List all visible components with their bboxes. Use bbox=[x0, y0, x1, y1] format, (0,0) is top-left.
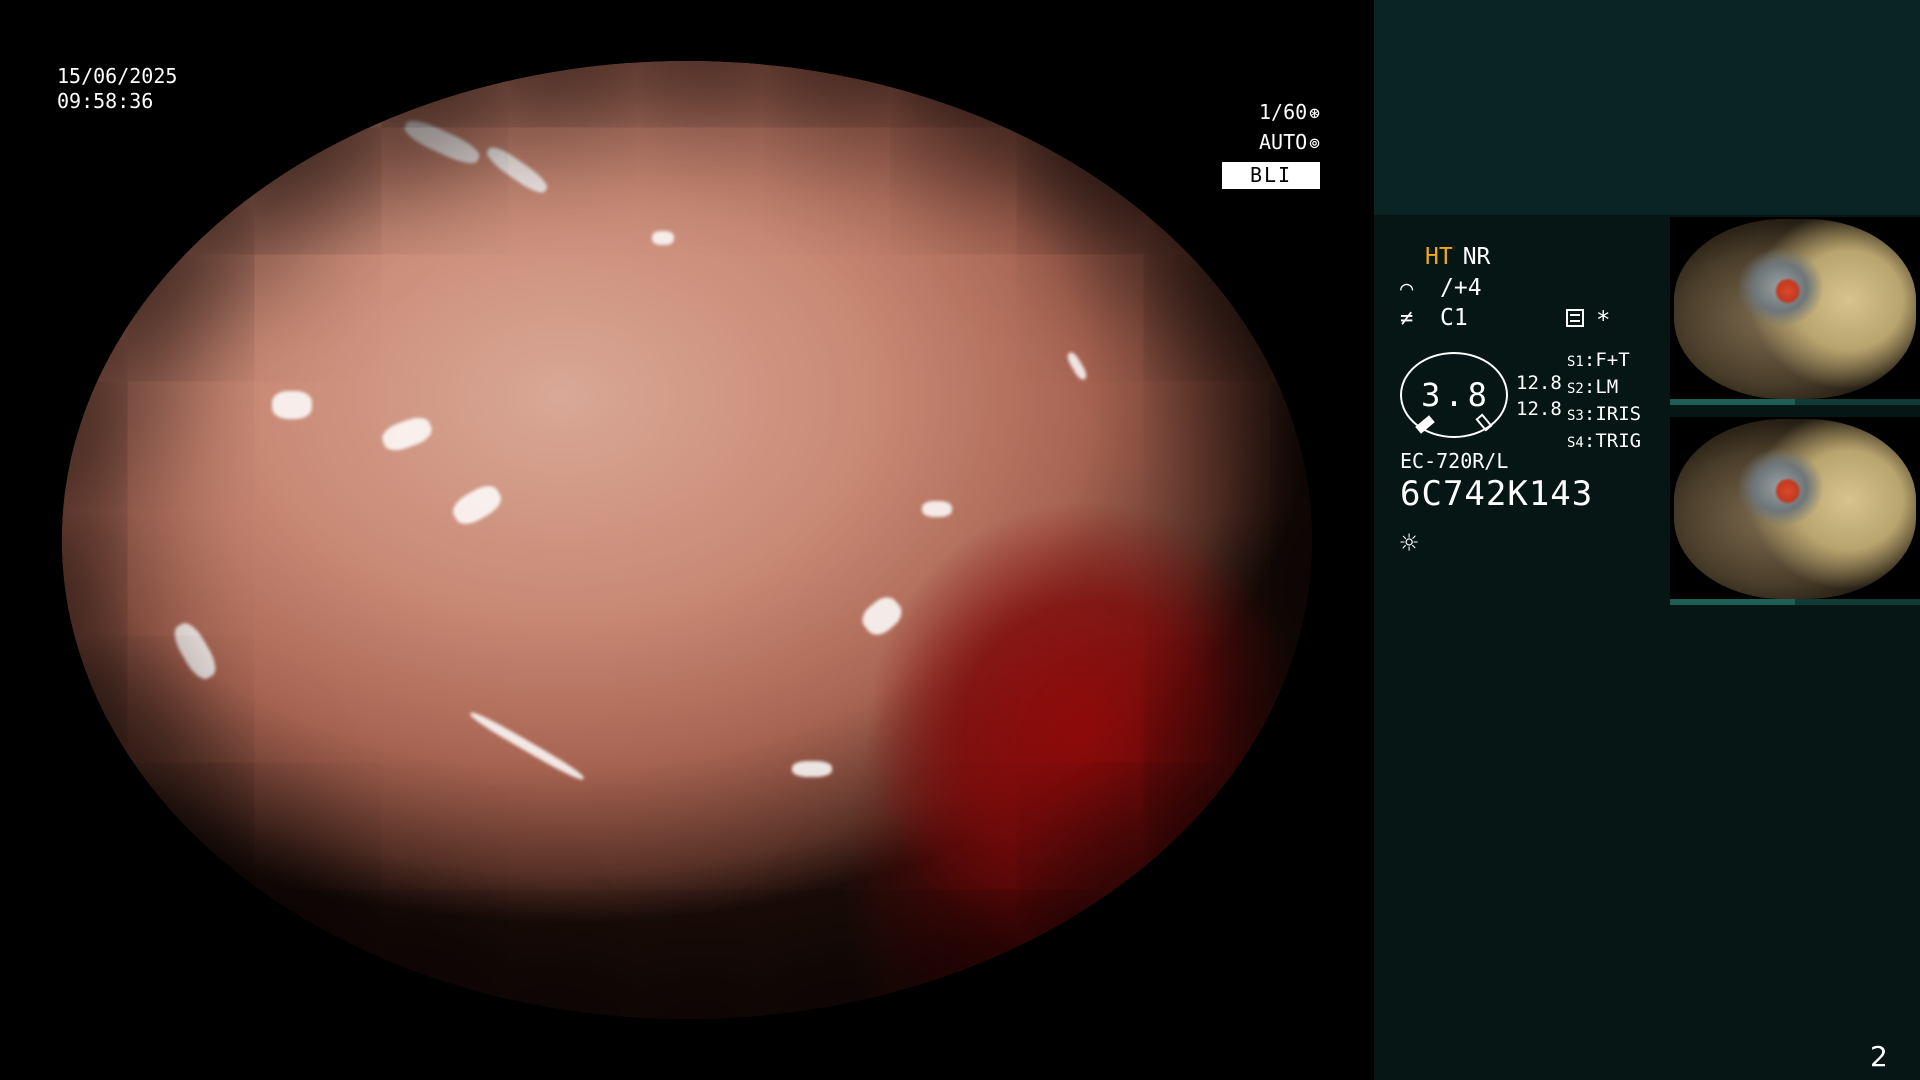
gauge-pointer-left-icon bbox=[1415, 415, 1435, 434]
nr-label: NR bbox=[1462, 244, 1491, 270]
gain-value-1: 12.8 bbox=[1516, 372, 1562, 394]
thumbnail-bar bbox=[1670, 399, 1920, 405]
serial-number: 6C742K143 bbox=[1400, 474, 1594, 514]
scope-model: EC-720R/L bbox=[1400, 449, 1509, 473]
switch-s4: S4:TRIG bbox=[1567, 430, 1642, 452]
live-endoscope-view: 15/06/2025 09:58:36 1/60 ⊛ AUTO ⊚ BLI bbox=[0, 0, 1374, 1080]
page-number: 2 bbox=[1870, 1040, 1888, 1073]
capture-thumbnail-2[interactable] bbox=[1670, 417, 1920, 605]
gauge-pointer-right-icon bbox=[1475, 413, 1493, 432]
enhance-value: /+4 bbox=[1440, 275, 1482, 301]
shutter-speed: 1/60 bbox=[1258, 100, 1308, 124]
thumbnail-image bbox=[1674, 419, 1916, 599]
scope-switches: S1:F+T S2:LM S3:IRIS S4:TRIG bbox=[1567, 348, 1641, 456]
exposure-mode: AUTO bbox=[1258, 130, 1308, 154]
switch-s2: S2:LM bbox=[1567, 376, 1619, 398]
imaging-mode-badge: BLI bbox=[1222, 162, 1320, 189]
color-icon: ≠ bbox=[1400, 306, 1414, 331]
switch-s1: S1:F+T bbox=[1567, 349, 1630, 371]
zoom-gauge: 3.8 bbox=[1400, 352, 1508, 438]
exposure-info: 1/60 ⊛ AUTO ⊚ bbox=[1195, 98, 1320, 158]
aperture-icon: ⊛ bbox=[1309, 103, 1320, 124]
light-source-icon: ☼ bbox=[1400, 526, 1419, 561]
gain-values: 12.8 12.8 bbox=[1516, 370, 1562, 422]
capture-thumbnail-1[interactable] bbox=[1670, 217, 1920, 405]
color-line: ≠ C1 bbox=[1400, 305, 1468, 331]
iris-icon: ⊚ bbox=[1309, 133, 1320, 154]
endoscopy-screen: 15/06/2025 09:58:36 1/60 ⊛ AUTO ⊚ BLI HT NR… bbox=[0, 0, 1920, 1080]
date-text: 15/06/2025 bbox=[57, 64, 178, 88]
enhance-line: ⌒ /+4 bbox=[1400, 275, 1482, 301]
switch-s3: S3:IRIS bbox=[1567, 403, 1642, 425]
color-value: C1 bbox=[1440, 305, 1468, 331]
zoom-value: 3.8 bbox=[1421, 376, 1491, 414]
ht-label: HT bbox=[1425, 244, 1453, 270]
time-text: 09:58:36 bbox=[57, 89, 154, 113]
asterisk-marker: * bbox=[1596, 306, 1611, 334]
datetime-readout: 15/06/2025 09:58:36 bbox=[57, 64, 177, 114]
panel-header-area bbox=[1374, 0, 1920, 215]
endoscope-image bbox=[62, 61, 1312, 1019]
gain-value-2: 12.8 bbox=[1516, 398, 1562, 420]
thumbnail-image bbox=[1674, 219, 1916, 399]
menu-grid-icon bbox=[1566, 309, 1584, 327]
thumbnail-bar bbox=[1670, 599, 1920, 605]
enhance-icon: ⌒ bbox=[1400, 276, 1414, 301]
ht-nr-line: HT NR bbox=[1425, 244, 1490, 270]
